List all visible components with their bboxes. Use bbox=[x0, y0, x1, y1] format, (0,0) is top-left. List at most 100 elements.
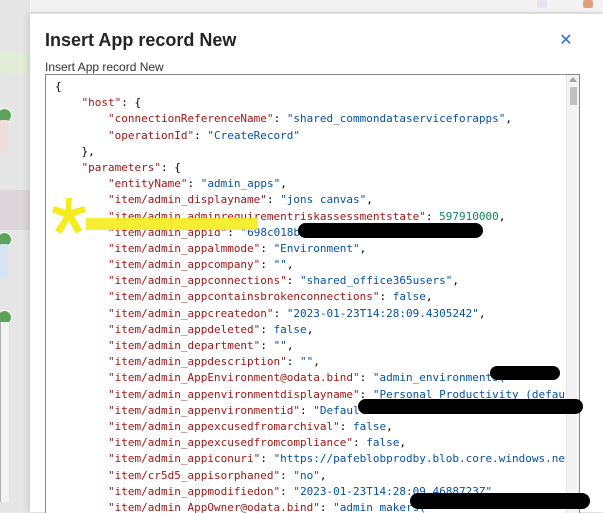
code-token: : bbox=[260, 258, 274, 272]
code-line: "item/admin_appcontainsbrokenconnections… bbox=[55, 289, 565, 305]
code-token: "item/admin_appexcusedfromcompliance" bbox=[107, 436, 354, 450]
background-block bbox=[0, 120, 8, 152]
code-token: "https://pafeblobprodby.blob.core.window… bbox=[273, 452, 580, 466]
json-code-viewer[interactable]: { "host": { "connectionReferenceName": "… bbox=[45, 74, 580, 513]
code-token: "item/cr5d5_appisorphaned" bbox=[107, 468, 281, 482]
code-token: : bbox=[280, 468, 294, 482]
redaction-mark bbox=[358, 399, 583, 414]
code-line: "operationId": "CreateRecord" bbox=[55, 128, 565, 144]
code-token: "item/admin_appenvironmentdisplayname" bbox=[107, 387, 360, 401]
code-line: "item/admin_AppEnvironment@odata.bind": … bbox=[55, 370, 565, 386]
code-token: "item/admin_appdescription" bbox=[107, 355, 287, 369]
code-line: "host": { bbox=[55, 95, 565, 111]
code-token: "operationId" bbox=[107, 128, 195, 142]
code-line: "item/admin_displayname": "jons canvas", bbox=[55, 192, 565, 208]
code-token: 597910000 bbox=[439, 209, 499, 223]
code-token: "item/admin_appcompany" bbox=[107, 258, 261, 272]
code-token: , bbox=[286, 258, 294, 272]
code-token: "item/admin_appcreatedon" bbox=[107, 306, 274, 320]
code-token: : bbox=[194, 128, 208, 142]
code-token: : { bbox=[121, 96, 142, 110]
code-token: , bbox=[280, 177, 287, 191]
code-token: : { bbox=[160, 160, 181, 174]
section-label: Insert App record New bbox=[45, 60, 164, 74]
code-line: "item/cr5d5_appisorphaned": "no", bbox=[55, 468, 565, 484]
code-token: : bbox=[280, 484, 294, 498]
code-token: : bbox=[353, 436, 367, 450]
code-token: : bbox=[273, 112, 287, 126]
code-token: "item/admin_appdeleted" bbox=[107, 322, 261, 336]
code-token: , bbox=[452, 274, 459, 288]
code-token: "admin_environments( bbox=[372, 371, 506, 385]
code-token: "item/admin_AppOwner@odata.bind" bbox=[107, 500, 320, 513]
top-bar-button[interactable] bbox=[537, 0, 547, 8]
code-token: "jons canvas" bbox=[280, 193, 367, 207]
code-token: false bbox=[392, 290, 426, 304]
code-line: "item/admin_appdeleted": false, bbox=[55, 322, 565, 338]
code-token: : bbox=[359, 371, 373, 385]
code-token: false bbox=[273, 322, 307, 336]
code-token: "item/admin_appenvironmentid" bbox=[107, 403, 301, 417]
code-token: "item/admin_appconnections" bbox=[107, 274, 287, 288]
code-token: "no" bbox=[293, 468, 320, 482]
code-line: "connectionReferenceName": "shared_commo… bbox=[55, 111, 565, 127]
code-token: "parameters" bbox=[81, 160, 161, 174]
star-annotation-icon bbox=[52, 198, 86, 234]
code-token: , bbox=[425, 290, 433, 304]
code-token: "item/admin_appalmmode" bbox=[107, 241, 261, 255]
highlight-annotation bbox=[86, 218, 258, 230]
code-token: : bbox=[286, 355, 301, 369]
code-token: , bbox=[399, 436, 407, 450]
code-line: { bbox=[55, 79, 565, 95]
code-token: "item/admin_displayname" bbox=[107, 193, 267, 207]
code-token: "2023-01-23T14:28:09.4305242" bbox=[286, 306, 479, 320]
vertical-scrollbar[interactable] bbox=[566, 75, 579, 513]
code-token: : bbox=[273, 306, 287, 320]
close-icon[interactable]: ✕ bbox=[556, 30, 576, 50]
code-line: "item/admin_appconnections": "shared_off… bbox=[55, 273, 565, 289]
code-token: , bbox=[306, 322, 314, 336]
scroll-up-icon[interactable] bbox=[569, 77, 577, 82]
code-line: "item/admin_appcreatedon": "2023-01-23T1… bbox=[55, 306, 565, 322]
app-top-bar bbox=[0, 0, 603, 13]
json-code: { "host": { "connectionReferenceName": "… bbox=[55, 79, 579, 513]
code-token: "shared_commondataserviceforapps" bbox=[286, 112, 506, 126]
redaction-mark bbox=[410, 493, 590, 509]
code-token: : bbox=[260, 452, 274, 466]
background-app-strip bbox=[0, 0, 30, 512]
code-line: "item/admin_appalmmode": "Environment", bbox=[55, 241, 565, 257]
code-line: }, bbox=[55, 144, 565, 160]
scroll-thumb[interactable] bbox=[570, 87, 577, 105]
code-token: : bbox=[260, 322, 274, 336]
redaction-mark bbox=[490, 366, 560, 380]
background-block bbox=[0, 190, 30, 230]
code-line: "parameters": { bbox=[55, 160, 565, 176]
code-token: false bbox=[366, 436, 400, 450]
code-token: : bbox=[379, 290, 393, 304]
code-token: : bbox=[260, 241, 274, 255]
code-token: , bbox=[505, 112, 512, 126]
code-token: }, bbox=[55, 144, 95, 158]
code-token: "CreateRecord" bbox=[207, 128, 301, 142]
top-bar-avatar[interactable] bbox=[583, 0, 593, 8]
code-token: : bbox=[187, 177, 201, 191]
code-token: : bbox=[339, 419, 354, 433]
code-token: "admin_apps" bbox=[200, 177, 281, 191]
